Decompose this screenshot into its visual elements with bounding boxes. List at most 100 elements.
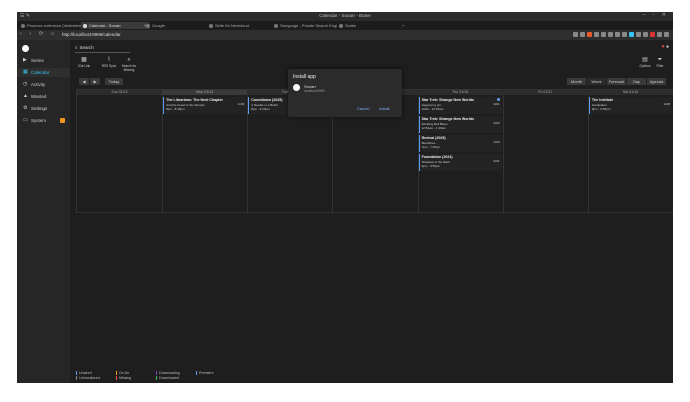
view-day-button[interactable]: Day	[627, 78, 646, 85]
sonarr-app-icon	[293, 84, 300, 91]
premiere-icon	[496, 98, 500, 101]
search-missing-button[interactable]: ⌕ Search for Missing	[120, 57, 138, 72]
top-right-icons: ♥ ●	[662, 44, 669, 50]
install-button[interactable]: Install	[379, 106, 389, 111]
next-week-button[interactable]: ▶	[90, 78, 100, 85]
event-title: Star Trek: Strange New Worlds	[421, 117, 475, 121]
cancel-button[interactable]: Cancel	[357, 106, 369, 111]
new-tab-button[interactable]: +	[402, 22, 410, 29]
legend-item: Unaired	[76, 371, 92, 375]
browser-window: ☰ ✎ Calendar - Sonarr - Brave – ▫ ✕ Prox…	[17, 12, 673, 383]
navigation-buttons[interactable]: ‹ › ⟳ ⌂	[20, 31, 57, 37]
view-forecast-button[interactable]: Forecast	[607, 78, 626, 85]
heart-icon[interactable]: ♥	[662, 44, 665, 50]
day-header: Fri 01/17	[502, 90, 588, 95]
extension-icon[interactable]	[636, 32, 641, 37]
event-time: 9pm - 9:55pm	[591, 107, 611, 111]
sidebar-item-label: Calendar	[31, 70, 50, 75]
calendar-event[interactable]: The Librarians: The Next Chapter And the …	[163, 97, 247, 114]
extension-icon[interactable]	[615, 32, 620, 37]
rss-sync-button[interactable]: ⌇ RSS Sync	[100, 57, 118, 68]
filter-button[interactable]: ⏷ Filter	[653, 57, 667, 68]
view-month-button[interactable]: Month	[567, 78, 586, 85]
window-controls[interactable]: – ▫ ✕	[642, 12, 669, 18]
event-time: 9pm - 9:59pm	[421, 164, 441, 168]
address-bar-row: ‹ › ⟳ ⌂ http://localhost:8989/calendar	[17, 30, 673, 40]
ical-link-button[interactable]: ▦ iCal Link	[75, 57, 93, 68]
rss-icon: ⌇	[107, 57, 111, 63]
extension-icon[interactable]	[608, 32, 613, 37]
search-input[interactable]: ⌕ Search	[75, 44, 130, 53]
sidebar: ▶ Series ▦ Calendar ◷ Activity ▲ Wanted ⚙ Set…	[17, 40, 70, 383]
warning-icon: ▲	[23, 93, 28, 99]
tab-label: Seite für Nextcloud	[215, 23, 249, 28]
day-header: Sun 01/12	[77, 90, 163, 95]
brave-shield-icon[interactable]	[587, 32, 592, 37]
day-column: Mon 01/13 The Librarians: The Next Chapte…	[162, 90, 249, 212]
today-button[interactable]: Today	[105, 78, 123, 85]
calendar-event[interactable]: Revival (2025) Bloodlines 7pm - 7:45pm 1x06	[418, 135, 502, 152]
options-button[interactable]: ▤ Options	[638, 57, 652, 68]
event-title: Countdown (2025)	[251, 98, 283, 102]
calendar-event[interactable]: Foundation (2021) Shadows in the Math 9pm …	[418, 154, 502, 171]
view-agenda-button[interactable]: Agenda	[647, 78, 666, 85]
sonarr-favicon-icon	[83, 23, 87, 28]
day-column: Sun 01/12	[77, 90, 164, 212]
extension-icon[interactable]	[573, 32, 578, 37]
favicon-icon	[339, 23, 343, 28]
tab-scribe[interactable]: Scribe	[337, 22, 407, 29]
calendar-event[interactable]: Star Trek: Strange New Worlds Wedding Bel…	[418, 116, 502, 133]
url-field[interactable]: http://localhost:8989/calendar	[62, 32, 121, 37]
user-icon[interactable]: ●	[666, 44, 669, 50]
tab-nextcloud[interactable]: Seite für Nextcloud	[207, 22, 277, 29]
sidebar-item-label: Wanted	[31, 94, 47, 99]
calendar-event[interactable]: The Institute Graduation 9pm - 9:55pm 1x08	[588, 97, 672, 114]
view-week-button[interactable]: Week	[587, 78, 606, 85]
sidebar-item-activity[interactable]: ◷ Activity	[17, 80, 70, 89]
legend-item: Downloading	[156, 371, 180, 375]
app-url: localhost:8989	[304, 89, 325, 93]
extension-icon[interactable]	[657, 32, 662, 37]
event-time: 8pm - 8:45pm	[166, 107, 185, 111]
sidebar-item-settings[interactable]: ⚙ Settings	[17, 104, 70, 113]
sidebar-item-label: System	[31, 118, 47, 123]
tab-proxmox[interactable]: Proxmox extension (Verlinkten)	[19, 22, 85, 29]
filter-icon: ⏷	[657, 57, 663, 63]
sidebar-item-calendar[interactable]: ▦ Calendar	[17, 68, 70, 77]
extension-icon[interactable]	[580, 32, 585, 37]
menu-icon[interactable]	[664, 32, 669, 37]
extension-icon[interactable]	[650, 32, 655, 37]
favicon-icon	[146, 23, 150, 28]
event-episode-number: 1x08	[663, 102, 670, 106]
extension-icons[interactable]	[573, 32, 669, 37]
legend-item: Missing	[116, 376, 131, 380]
event-time: 8pm - 9:10pm	[251, 107, 270, 111]
extension-icon[interactable]	[594, 32, 599, 37]
extension-icon[interactable]	[629, 32, 634, 37]
event-episode-number: 1x09	[237, 102, 245, 106]
event-episode-number: 3x01	[493, 159, 500, 163]
arrow-right-icon: ▶	[93, 79, 97, 84]
extension-icon[interactable]	[601, 32, 606, 37]
extension-icon[interactable]	[622, 32, 627, 37]
extension-icon[interactable]	[643, 32, 648, 37]
tab-label: Proxmox extension (Verlinkten)	[27, 23, 83, 28]
previous-week-button[interactable]: ◀	[79, 78, 89, 85]
sidebar-item-system[interactable]: ▭ System	[17, 116, 70, 125]
tab-storypage[interactable]: Storypage - Private Search Engi	[272, 22, 342, 29]
calendar-event[interactable]: Star Trek: Strange New Worlds Hegemony (2…	[418, 97, 502, 114]
event-time: 12am - 12:54am	[421, 107, 444, 111]
button-label: iCal Link	[77, 64, 91, 68]
tab-label: Calendar - Sonarr	[89, 23, 121, 28]
arrow-left-icon: ◀	[82, 79, 86, 84]
button-label: Search for Missing	[121, 64, 137, 72]
sidebar-item-label: Activity	[31, 82, 46, 87]
sonarr-logo[interactable]	[22, 45, 29, 52]
sidebar-item-wanted[interactable]: ▲ Wanted	[17, 92, 70, 101]
legend-item: Unmonitored	[76, 376, 100, 380]
tab-google[interactable]: Google	[144, 22, 212, 29]
event-title: The Librarians: The Next Chapter	[166, 98, 223, 102]
sidebar-item-series[interactable]: ▶ Series	[17, 56, 70, 65]
tab-calendar-sonarr[interactable]: Calendar - Sonarr✕	[81, 22, 149, 29]
favicon-icon	[209, 23, 213, 28]
